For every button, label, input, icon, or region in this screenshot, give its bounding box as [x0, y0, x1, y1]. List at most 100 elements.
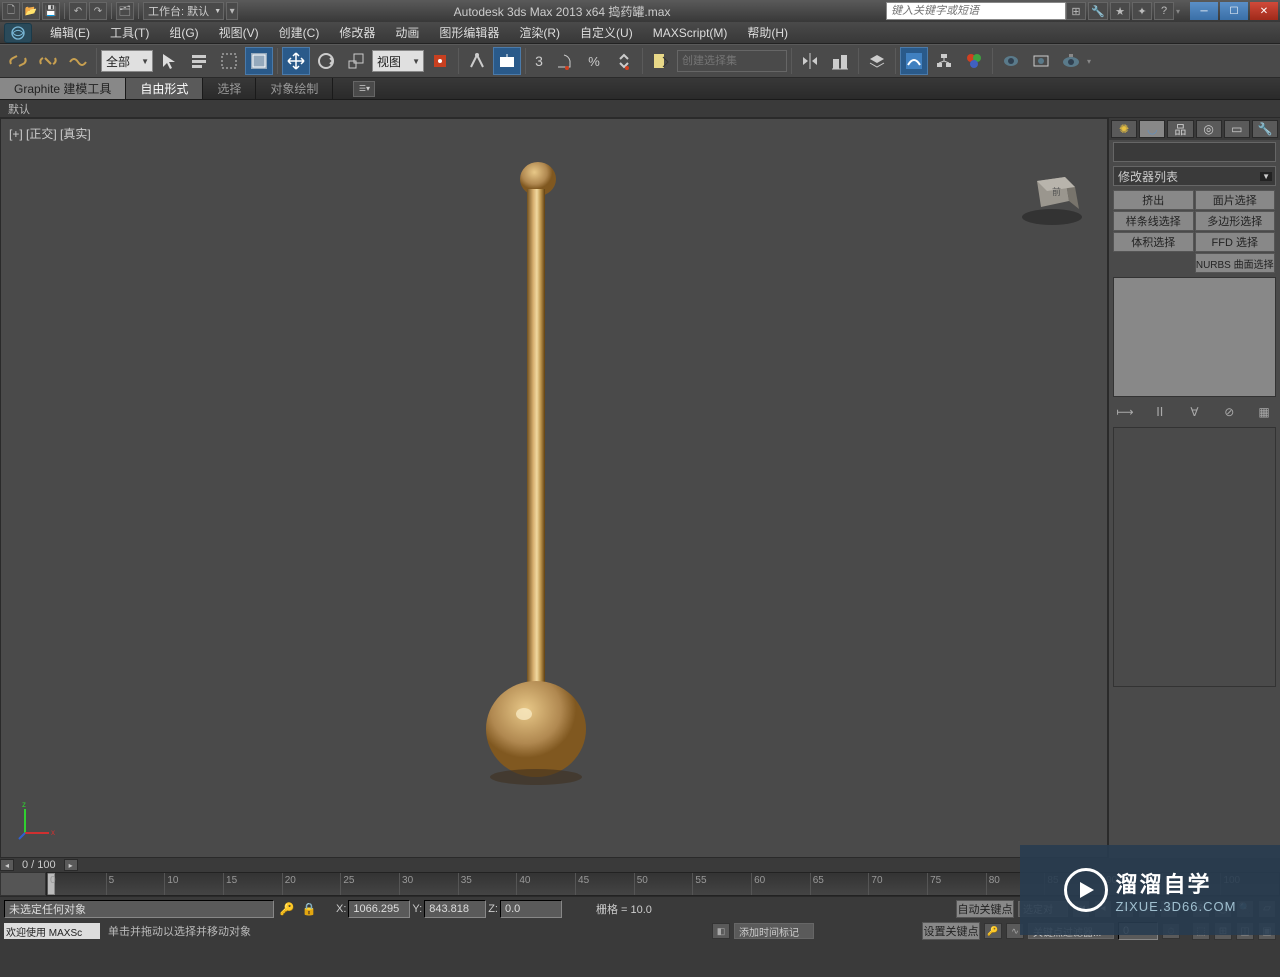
help-icon[interactable]: ? [1154, 2, 1174, 20]
help-dropdown-icon[interactable]: ▾ [1176, 7, 1182, 16]
new-file-icon[interactable]: 🗋 [2, 2, 20, 20]
time-tag-icon[interactable]: ◧ [712, 923, 730, 939]
menu-tools[interactable]: 工具(T) [100, 23, 159, 43]
cp-tab-display[interactable]: ▭ [1224, 120, 1250, 138]
ribbon-tab-graphite[interactable]: Graphite 建模工具 [0, 78, 126, 99]
cp-tab-modify[interactable]: ◡ [1139, 120, 1165, 138]
mod-facesel-button[interactable]: 面片选择 [1195, 190, 1276, 210]
bind-spacewarp-icon[interactable] [64, 47, 92, 75]
timeline-key-area[interactable] [0, 872, 46, 896]
mod-extrude-button[interactable]: 挤出 [1113, 190, 1194, 210]
key-icon[interactable]: 🔑 [278, 901, 296, 917]
ribbon-tab-freeform[interactable]: 自由形式 [126, 78, 203, 99]
selection-filter-dropdown[interactable]: 全部 [101, 50, 153, 72]
snap-toggle-icon[interactable]: 3 [530, 47, 548, 75]
mod-splinesel-button[interactable]: 样条线选择 [1113, 211, 1194, 231]
menu-help[interactable]: 帮助(H) [737, 23, 798, 43]
setkey-button[interactable]: 设置关键点 [922, 922, 980, 940]
mirror-icon[interactable] [796, 47, 824, 75]
maximize-button[interactable]: ☐ [1220, 2, 1248, 20]
minimize-button[interactable]: ─ [1190, 2, 1218, 20]
view-cube[interactable]: 前 [1017, 159, 1087, 229]
mod-volsel-button[interactable]: 体积选择 [1113, 232, 1194, 252]
maxscript-listener[interactable]: 欢迎使用 MAXSc [4, 923, 100, 939]
ribbon-tab-selection[interactable]: 选择 [203, 78, 256, 99]
coord-y-input[interactable] [424, 900, 486, 918]
viewport-label[interactable]: [+] [正交] [真实] [9, 125, 91, 142]
render-setup-icon[interactable] [997, 47, 1025, 75]
ribbon-expand-button[interactable]: ☰▾ [353, 81, 375, 97]
cp-tab-create[interactable]: ✺ [1111, 120, 1137, 138]
menu-maxscript[interactable]: MAXScript(M) [643, 23, 738, 43]
curve-editor-icon[interactable] [900, 47, 928, 75]
workspace-arrow-icon[interactable]: ▾ [226, 2, 238, 20]
edit-named-sel-icon[interactable] [647, 47, 675, 75]
workspace-dropdown[interactable]: 工作台: 默认 [143, 2, 224, 20]
redo-icon[interactable]: ↷ [89, 2, 107, 20]
favorites-icon[interactable]: ★ [1110, 2, 1130, 20]
use-pivot-center-icon[interactable] [426, 47, 454, 75]
select-object-icon[interactable] [155, 47, 183, 75]
spinner-snap-icon[interactable] [610, 47, 638, 75]
layer-manager-icon[interactable] [863, 47, 891, 75]
render-production-icon[interactable] [1057, 47, 1085, 75]
scene-object-pestle[interactable] [486, 159, 606, 799]
link-icon[interactable] [4, 47, 32, 75]
mod-ffdsel-button[interactable]: FFD 选择 [1195, 232, 1276, 252]
menu-customize[interactable]: 自定义(U) [570, 23, 643, 43]
cp-tab-motion[interactable]: ◎ [1196, 120, 1222, 138]
time-tag-dropdown[interactable]: 添加时间标记 [734, 923, 814, 939]
menu-create[interactable]: 创建(C) [269, 23, 330, 43]
ribbon-panel-default[interactable]: 默认 [0, 100, 1280, 118]
lock-icon[interactable]: 🔒 [300, 901, 318, 917]
infocenter-icon[interactable]: ⊞ [1066, 2, 1086, 20]
menu-graph-editors[interactable]: 图形编辑器 [429, 23, 509, 43]
application-menu-button[interactable] [4, 23, 32, 43]
menu-animation[interactable]: 动画 [385, 23, 429, 43]
configure-sets-icon[interactable]: ▦ [1254, 403, 1274, 421]
rotate-icon[interactable] [312, 47, 340, 75]
menu-modifiers[interactable]: 修改器 [329, 23, 385, 43]
select-by-name-icon[interactable] [185, 47, 213, 75]
viewport[interactable]: [+] [正交] [真实] 前 z x [0, 118, 1108, 858]
open-file-icon[interactable]: 📂 [22, 2, 40, 20]
modifier-stack[interactable] [1113, 277, 1276, 397]
render-frame-icon[interactable] [1027, 47, 1055, 75]
menu-rendering[interactable]: 渲染(R) [509, 23, 570, 43]
unlink-icon[interactable] [34, 47, 62, 75]
window-crossing-icon[interactable] [245, 47, 273, 75]
close-button[interactable]: ✕ [1250, 2, 1278, 20]
cp-tab-utilities[interactable]: 🔧 [1252, 120, 1278, 138]
coord-z-input[interactable] [500, 900, 562, 918]
keyboard-shortcut-icon[interactable] [493, 47, 521, 75]
scroll-left-button[interactable]: ◂ [0, 859, 14, 871]
material-editor-icon[interactable] [960, 47, 988, 75]
remove-modifier-icon[interactable]: ⊘ [1219, 403, 1239, 421]
scroll-right-button[interactable]: ▸ [64, 859, 78, 871]
mod-polysel-button[interactable]: 多边形选择 [1195, 211, 1276, 231]
named-selection-input[interactable] [677, 50, 787, 72]
menu-edit[interactable]: 编辑(E) [40, 23, 100, 43]
ref-coord-dropdown[interactable]: 视图 [372, 50, 424, 72]
menu-views[interactable]: 视图(V) [209, 23, 269, 43]
render-flyout-icon[interactable]: ▾ [1087, 57, 1091, 66]
cp-tab-hierarchy[interactable]: 品 [1167, 120, 1193, 138]
help-search-input[interactable] [886, 2, 1066, 20]
project-icon[interactable]: 🗂 [116, 2, 134, 20]
align-icon[interactable] [826, 47, 854, 75]
menu-group[interactable]: 组(G) [159, 23, 208, 43]
exchange-icon[interactable]: ✦ [1132, 2, 1152, 20]
coord-x-input[interactable] [348, 900, 410, 918]
ribbon-tab-objectpaint[interactable]: 对象绘制 [256, 78, 333, 99]
subscription-icon[interactable]: 🔧 [1088, 2, 1108, 20]
autokey-button[interactable]: 自动关键点 [956, 900, 1014, 918]
key-mode-icon[interactable]: 🔑 [984, 923, 1002, 939]
rollout-area[interactable] [1113, 427, 1276, 687]
modifier-list-dropdown[interactable]: 修改器列表 [1113, 166, 1276, 186]
schematic-view-icon[interactable] [930, 47, 958, 75]
manipulate-icon[interactable] [463, 47, 491, 75]
scale-icon[interactable] [342, 47, 370, 75]
pin-stack-icon[interactable]: ⟼ [1115, 403, 1135, 421]
mod-nurbs-button[interactable]: NURBS 曲面选择 [1195, 253, 1276, 273]
percent-snap-icon[interactable]: % [580, 47, 608, 75]
